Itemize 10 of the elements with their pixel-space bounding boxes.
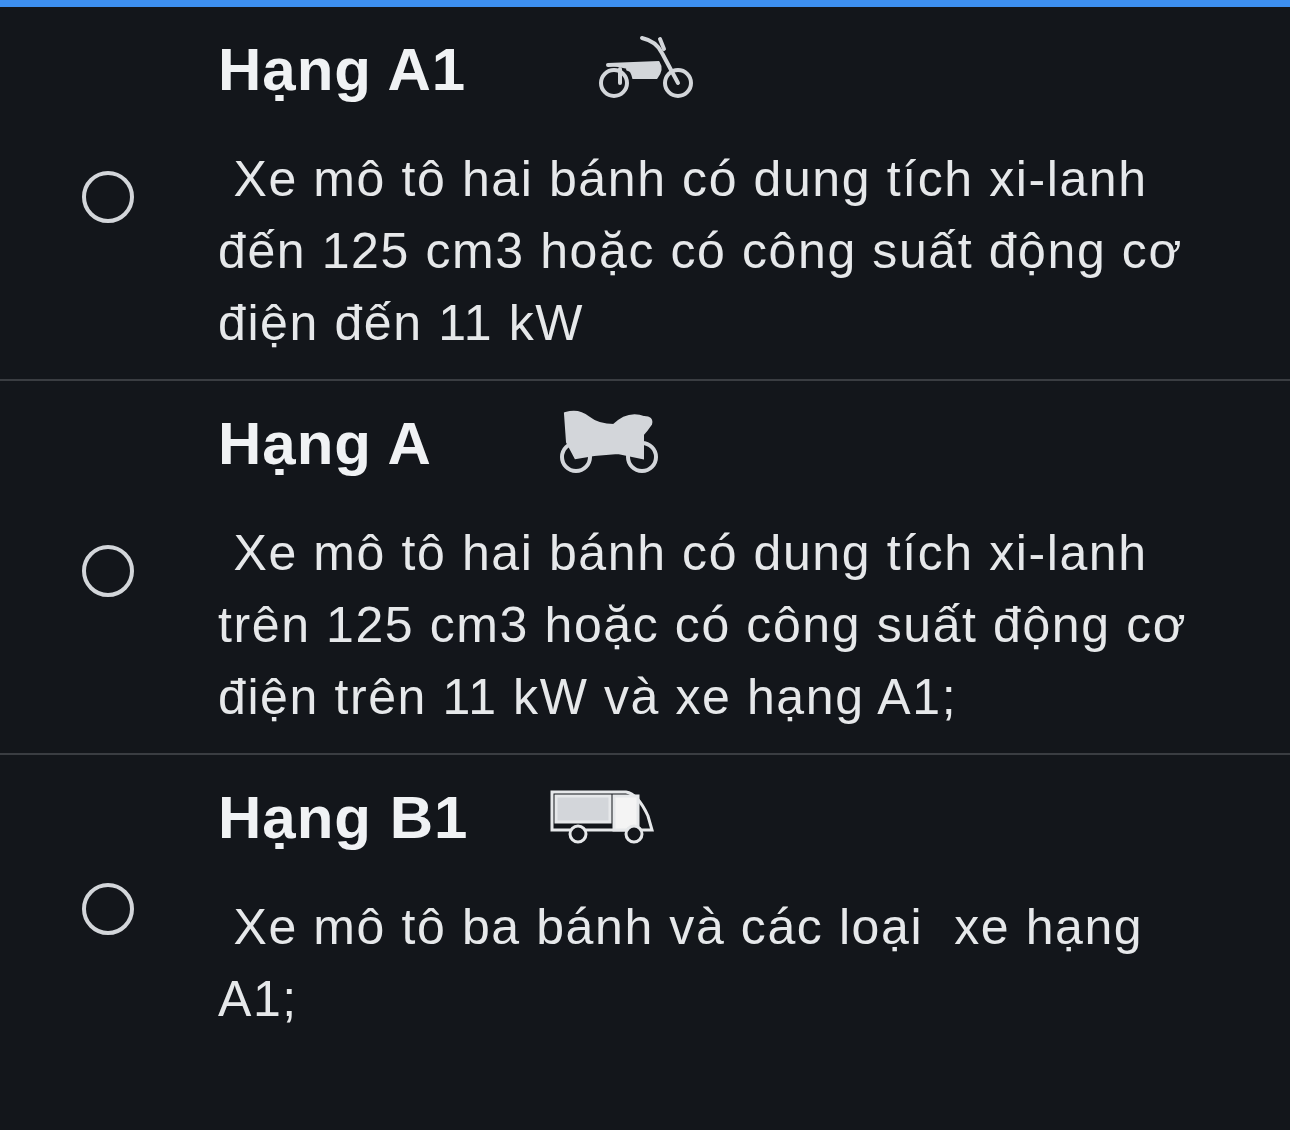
option-description: Xe mô tô hai bánh có dung tích xi-lanh đến 125 cm3 hoặc có công suất động cơ điện đến 11 kW — [218, 150, 1184, 353]
option-title: Hạng A1 — [218, 35, 468, 105]
scooter-icon — [598, 35, 694, 101]
option-title: Hạng B1 — [218, 783, 470, 853]
radio-button[interactable] — [82, 545, 134, 597]
option-title: Hạng A — [218, 409, 433, 479]
option-description: Xe mô tô ba bánh và các loại xe hạng A1; — [218, 898, 1145, 1029]
radio-button[interactable] — [82, 883, 134, 935]
option-description: Xe mô tô hai bánh có dung tích xi-lanh trên 125 cm3 hoặc có công suất động cơ điện trên 11 kW và xe hạng A1; — [218, 524, 1189, 727]
radio-button[interactable] — [82, 171, 134, 223]
